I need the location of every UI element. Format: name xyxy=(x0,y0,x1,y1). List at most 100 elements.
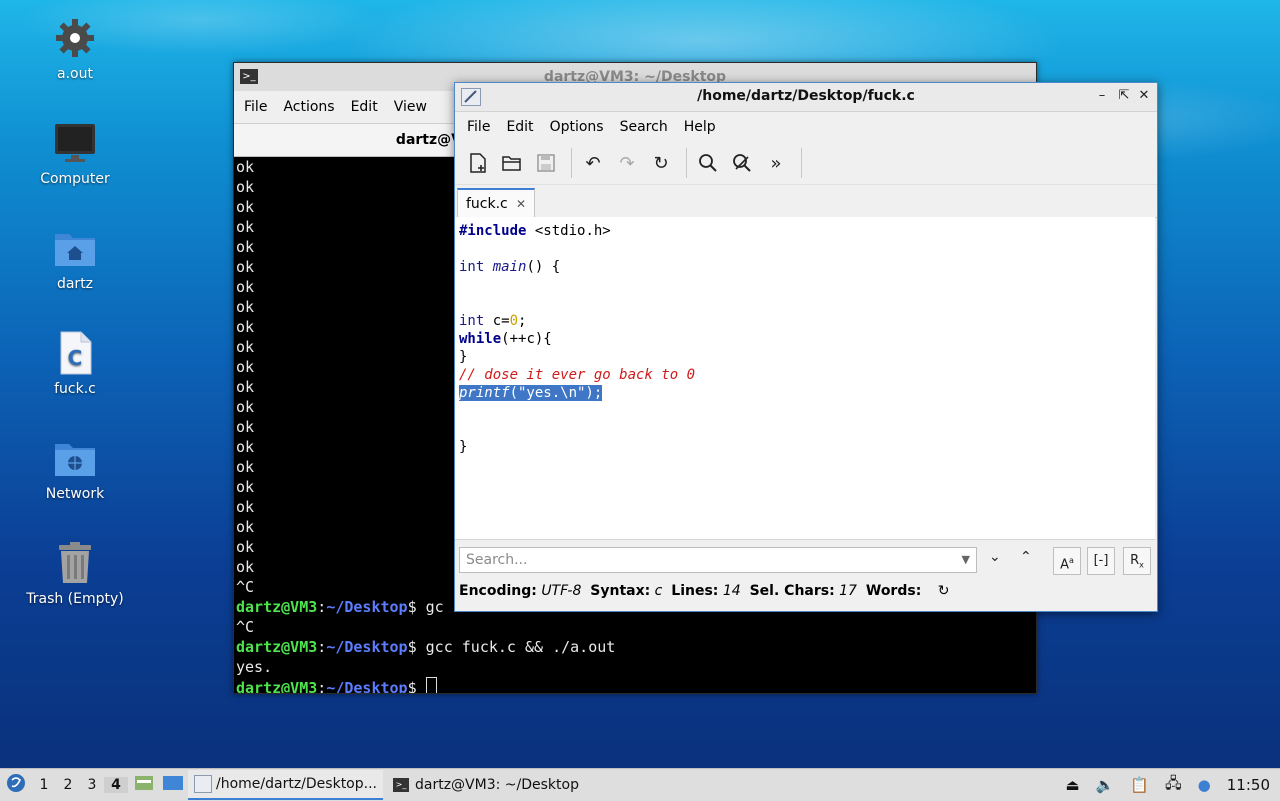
desktop-icon-label: a.out xyxy=(57,66,93,82)
code-line: int c=0; xyxy=(459,313,526,329)
code-token: while xyxy=(459,331,502,347)
code-token: int xyxy=(459,259,485,275)
terminal-cursor xyxy=(425,677,437,693)
document-tab[interactable]: fuck.c ✕ xyxy=(457,188,535,218)
code-editor[interactable]: #include <stdio.h> int main() { int c=0;… xyxy=(455,217,1155,540)
code-token: printf xyxy=(459,385,510,401)
search-input[interactable]: Search... ▼ xyxy=(459,547,977,573)
desktop-icon-aout[interactable]: a.out xyxy=(15,16,135,82)
clock[interactable]: 11:50 xyxy=(1227,776,1270,794)
c-source-file-icon: C xyxy=(53,331,97,375)
editor-task-icon xyxy=(194,775,212,793)
regex-button[interactable]: Rx xyxy=(1123,547,1151,575)
save-icon[interactable] xyxy=(531,148,561,178)
prompt-end: $ xyxy=(407,679,426,693)
go-to-line-icon[interactable]: » xyxy=(761,148,791,178)
editor-menu-file[interactable]: File xyxy=(467,119,490,135)
prompt-end: $ xyxy=(407,598,426,616)
start-menu-icon[interactable] xyxy=(0,773,32,797)
taskbar: 1 2 3 4 /home/dartz/Desktop... >_ dartz@… xyxy=(0,768,1280,801)
status-bar: Encoding: UTF-8 Syntax: c Lines: 14 Sel.… xyxy=(459,583,949,599)
workspace-3[interactable]: 3 xyxy=(80,777,104,793)
editor-menu-options[interactable]: Options xyxy=(550,119,604,135)
editor-titlebar[interactable]: /home/dartz/Desktop/fuck.c – ⇱ ✕ xyxy=(455,83,1157,112)
trash-icon xyxy=(53,541,97,585)
task-label: /home/dartz/Desktop... xyxy=(216,776,377,792)
desktop-icon-network[interactable]: Network xyxy=(15,436,135,502)
code-token: 0 xyxy=(509,313,519,329)
status-words-label: Words: xyxy=(865,583,922,599)
workspace-4[interactable]: 4 xyxy=(104,777,128,793)
terminal-command: gc xyxy=(425,598,444,616)
terminal-menu-edit[interactable]: Edit xyxy=(351,99,378,115)
find-icon[interactable] xyxy=(693,148,723,178)
terminal-line: ^C xyxy=(236,618,255,636)
status-syntax: c xyxy=(654,583,663,599)
taskbar-editor-button[interactable]: /home/dartz/Desktop... xyxy=(188,770,383,800)
desktop-icon-computer[interactable]: Computer xyxy=(15,121,135,187)
update-notifier-icon[interactable]: ● xyxy=(1198,776,1211,794)
task-label: dartz@VM3: ~/Desktop xyxy=(415,777,579,793)
minimize-button[interactable]: – xyxy=(1093,87,1111,105)
code-line: int main() { xyxy=(459,259,560,275)
workspace-2[interactable]: 2 xyxy=(56,777,80,793)
close-button[interactable]: ✕ xyxy=(1135,87,1153,105)
code-token: c= xyxy=(484,313,510,329)
open-folder-icon[interactable] xyxy=(497,148,527,178)
search-placeholder: Search... xyxy=(466,552,528,568)
desktop-icon-trash[interactable]: Trash (Empty) xyxy=(15,541,135,607)
volume-icon[interactable]: 🔈 xyxy=(1096,776,1115,794)
desktop-icon-label: dartz xyxy=(56,276,94,292)
chevron-down-icon[interactable]: ▼ xyxy=(962,548,970,572)
editor-menubar: File Edit Options Search Help xyxy=(455,112,1157,142)
home-folder-icon xyxy=(53,226,97,270)
desktop-icon-label: Trash (Empty) xyxy=(26,591,124,607)
find-replace-icon[interactable] xyxy=(727,148,757,178)
new-file-icon[interactable] xyxy=(463,148,493,178)
terminal-menu-file[interactable]: File xyxy=(244,99,267,115)
terminal-line: dartz@VM3:~/Desktop$ gcc fuck.c && ./a.o… xyxy=(236,637,1036,657)
editor-window[interactable]: /home/dartz/Desktop/fuck.c – ⇱ ✕ File Ed… xyxy=(454,82,1158,612)
code-token: int xyxy=(459,313,485,329)
code-line: } xyxy=(459,439,468,455)
desktop-icon-c-file[interactable]: C fuck.c xyxy=(15,331,135,397)
status-encoding: UTF-8 xyxy=(541,583,582,599)
workspace-1[interactable]: 1 xyxy=(32,777,56,793)
reload-icon[interactable]: ↻ xyxy=(646,148,676,178)
show-desktop-icon[interactable] xyxy=(162,775,184,795)
selection: printf("yes.\n"); xyxy=(459,385,603,401)
code-line: } xyxy=(459,349,468,365)
desktop-icon-home-folder[interactable]: dartz xyxy=(15,226,135,292)
toolbar-separator xyxy=(686,148,687,178)
editor-menu-search[interactable]: Search xyxy=(620,119,668,135)
code-token: #include xyxy=(459,223,527,239)
editor-menu-help[interactable]: Help xyxy=(684,119,716,135)
terminal-menu-view[interactable]: View xyxy=(394,99,427,115)
file-manager-launcher-icon[interactable] xyxy=(134,774,154,796)
terminal-menu-actions[interactable]: Actions xyxy=(283,99,334,115)
whole-word-button[interactable]: [-] xyxy=(1087,547,1115,575)
close-tab-icon[interactable]: ✕ xyxy=(516,190,526,218)
document-tabs: fuck.c ✕ xyxy=(455,185,1157,218)
maximize-button[interactable]: ⇱ xyxy=(1115,87,1133,105)
prompt-path: ~/Desktop xyxy=(326,679,408,693)
prompt-end: $ xyxy=(407,638,426,656)
prompt-user: dartz@VM3 xyxy=(236,598,318,616)
find-previous-button[interactable]: ⌃ xyxy=(1020,549,1032,565)
monitor-icon xyxy=(53,121,97,165)
code-token: <stdio.h> xyxy=(526,223,611,239)
editor-menu-edit[interactable]: Edit xyxy=(506,119,533,135)
svg-text:C: C xyxy=(68,346,83,370)
undo-icon[interactable]: ↶ xyxy=(578,148,608,178)
find-next-button[interactable]: ⌄ xyxy=(989,549,1001,565)
status-lines-label: Lines: xyxy=(671,583,719,599)
taskbar-terminal-button[interactable]: >_ dartz@VM3: ~/Desktop xyxy=(387,771,585,799)
eject-icon[interactable]: ⏏ xyxy=(1065,776,1079,794)
clipboard-icon[interactable]: 📋 xyxy=(1130,776,1149,794)
code-token: () { xyxy=(526,259,561,275)
network-icon[interactable]: 🖧 xyxy=(1165,773,1182,798)
prompt-sep: : xyxy=(317,598,327,616)
refresh-icon[interactable]: ↻ xyxy=(938,583,950,599)
match-case-button[interactable]: Aa xyxy=(1053,547,1081,575)
redo-icon[interactable]: ↷ xyxy=(612,148,642,178)
